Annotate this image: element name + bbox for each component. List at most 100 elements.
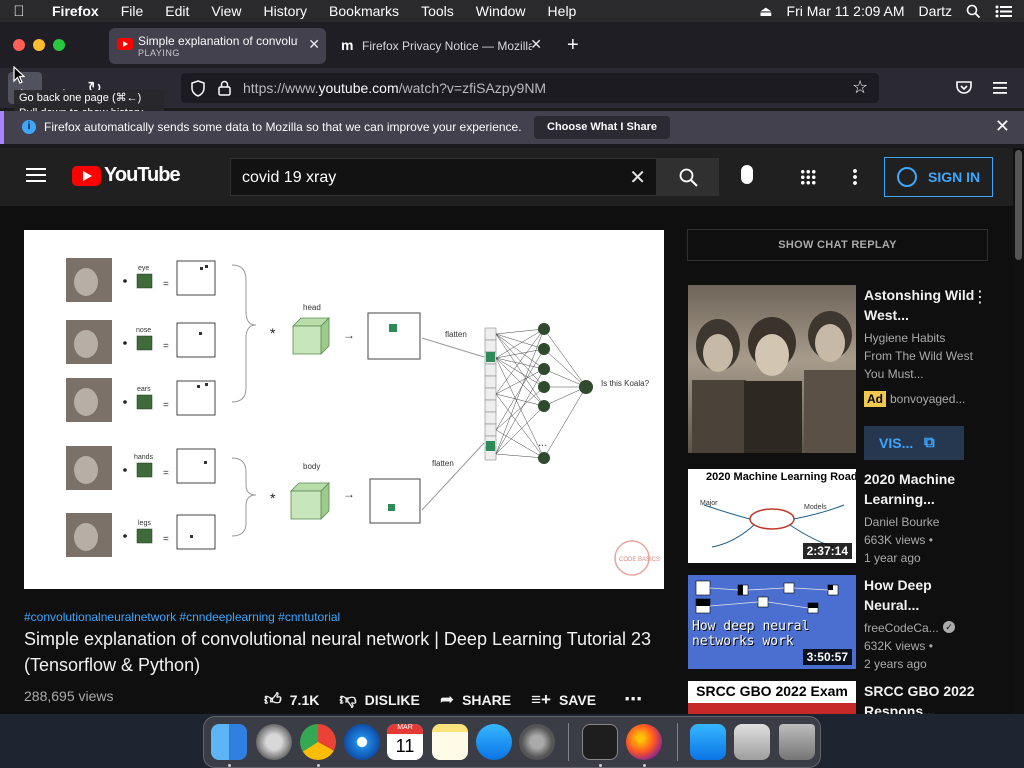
app-store-icon[interactable]	[476, 724, 512, 760]
document-stack-icon[interactable]	[734, 724, 770, 760]
youtube-logo-icon[interactable]	[72, 166, 101, 186]
tab-playing-status[interactable]: PLAYING	[138, 48, 180, 58]
video-title[interactable]: How Deep Neural...	[864, 575, 976, 615]
settings-kebab-icon[interactable]	[853, 168, 857, 186]
menu-edit[interactable]: Edit	[154, 3, 200, 19]
video-thumbnail[interactable]: SRCC GBO 2022 Exam	[688, 681, 856, 714]
video-thumbnail[interactable]: How deep neural networks work 3:50:57	[688, 575, 856, 669]
tab-firefox-privacy[interactable]: m Firefox Privacy Notice — Mozilla ✕	[335, 28, 548, 64]
view-count: 663K views •	[864, 533, 933, 547]
voice-search-mic-icon[interactable]	[741, 165, 753, 184]
menu-history[interactable]: History	[252, 3, 318, 19]
control-center-icon[interactable]	[995, 5, 1012, 18]
menu-help[interactable]: Help	[537, 3, 588, 19]
new-tab-plus-icon[interactable]: +	[567, 34, 579, 57]
share-button[interactable]: ➦ SHARE	[440, 690, 511, 710]
app-store-download-icon[interactable]	[690, 724, 726, 760]
spotlight-search-icon[interactable]	[966, 4, 981, 19]
menu-window[interactable]: Window	[465, 3, 537, 19]
url-text[interactable]: https://www.youtube.com/watch?v=zfiSAzpy…	[243, 80, 546, 96]
video-title[interactable]: 2020 Machine Learning...	[864, 469, 976, 509]
video-title: Simple explanation of convolutional neur…	[24, 629, 652, 675]
notification-message: Firefox automatically sends some data to…	[44, 120, 522, 134]
channel-name[interactable]: Daniel Bourke	[864, 515, 976, 529]
video-title[interactable]: SRCC GBO 2022 Respons...	[864, 681, 976, 714]
notification-close-icon[interactable]: ✕	[995, 116, 1010, 137]
trash-icon[interactable]	[779, 724, 815, 760]
more-actions-icon[interactable]: ⋯	[624, 689, 642, 710]
menu-tools[interactable]: Tools	[410, 3, 465, 19]
system-preferences-icon[interactable]	[519, 724, 555, 760]
bookmark-star-icon[interactable]: ☆	[852, 77, 868, 98]
running-indicator	[599, 764, 602, 767]
recommended-video-card[interactable]: How deep neural networks work 3:50:57 Ho…	[688, 575, 988, 671]
svg-text:→: →	[343, 487, 355, 501]
video-thumbnail[interactable]: 2020 Machine Learning Roadmap Major Mode…	[688, 469, 856, 563]
flatten-label-2: flatten	[432, 459, 454, 468]
menu-user[interactable]: Dartz	[919, 3, 952, 19]
chrome-icon[interactable]	[300, 724, 336, 760]
guide-menu-icon[interactable]	[26, 168, 46, 182]
tab-youtube-video[interactable]: Simple explanation of convolutio PLAYING…	[109, 28, 326, 64]
search-button[interactable]	[657, 158, 719, 196]
scrollbar-thumb[interactable]	[1015, 150, 1022, 260]
video-player[interactable]: eye nose ears hands legs = = = = = * * head …	[24, 230, 664, 589]
menu-view[interactable]: View	[200, 3, 252, 19]
calendar-icon[interactable]: MAR 11	[387, 724, 423, 760]
safari-icon[interactable]	[344, 724, 380, 760]
mozilla-favicon-icon: m	[341, 37, 354, 53]
youtube-wordmark[interactable]: YouTube	[104, 164, 181, 187]
window-minimize-icon[interactable]	[33, 39, 45, 51]
running-indicator	[643, 764, 646, 767]
menu-clock[interactable]: Fri Mar 11 2:09 AM	[787, 3, 905, 19]
notes-icon[interactable]	[432, 724, 468, 760]
choose-what-i-share-button[interactable]: Choose What I Share	[534, 116, 671, 139]
pocket-icon[interactable]	[956, 80, 972, 95]
tab-close-icon[interactable]: ✕	[530, 36, 542, 53]
tracking-shield-icon[interactable]	[190, 80, 206, 97]
ad-title[interactable]: Astonshing Wild West...	[864, 285, 976, 325]
window-zoom-icon[interactable]	[53, 39, 65, 51]
eject-icon[interactable]: ⏏	[759, 3, 772, 20]
dock-divider	[677, 723, 678, 761]
menu-bookmarks[interactable]: Bookmarks	[318, 3, 410, 19]
menu-app-firefox[interactable]: Firefox	[38, 3, 110, 19]
dislike-button[interactable]: 👎︎ DISLIKE	[339, 689, 420, 710]
like-button[interactable]: 👍︎ 7.1K	[264, 689, 319, 710]
ad-menu-kebab-icon[interactable]: ⋮	[972, 287, 988, 307]
cnn-diagram-frame: eye nose ears hands legs ===== * * head …	[66, 258, 660, 576]
running-indicator	[317, 764, 320, 767]
clear-search-icon[interactable]: ✕	[629, 165, 646, 190]
show-chat-replay-button[interactable]: SHOW CHAT REPLAY	[687, 229, 988, 261]
menu-file[interactable]: File	[110, 3, 155, 19]
recommended-video-card[interactable]: SRCC GBO 2022 Exam SRCC GBO 2022 Respons…	[688, 681, 988, 714]
window-close-icon[interactable]	[13, 39, 25, 51]
channel-name[interactable]: freeCodeCa...	[864, 621, 976, 635]
sign-in-button[interactable]: SIGN IN	[884, 157, 993, 197]
video-hashtags[interactable]: #convolutionalneuralnetwork #cnndeeplear…	[24, 610, 340, 624]
codebasics-watermark: CODE BASICS	[619, 557, 660, 563]
recommended-video-card[interactable]: 2020 Machine Learning Roadmap Major Mode…	[688, 469, 988, 565]
lock-icon[interactable]	[218, 80, 231, 96]
filter-label-legs: legs	[138, 520, 151, 527]
search-query[interactable]: covid 19 xray	[242, 169, 336, 187]
apple-menu-icon[interactable]: 	[0, 3, 38, 20]
filter-label-nose: nose	[136, 327, 151, 334]
video-actions: 👍︎ 7.1K 👎︎ DISLIKE ➦ SHARE ≡+ SAVE ⋯	[264, 689, 662, 710]
url-bar[interactable]: https://www.youtube.com/watch?v=zfiSAzpy…	[181, 73, 879, 103]
terminal-icon[interactable]	[582, 724, 618, 760]
tab-close-icon[interactable]: ✕	[308, 36, 320, 53]
finder-icon[interactable]	[211, 724, 247, 760]
save-button[interactable]: ≡+ SAVE	[531, 690, 596, 710]
ad-visit-button[interactable]: VIS... ⧉	[864, 426, 964, 460]
apps-grid-icon[interactable]	[800, 169, 816, 185]
app-menu-hamburger-icon[interactable]	[993, 82, 1007, 94]
page-scrollbar[interactable]	[1013, 148, 1024, 714]
ad-thumbnail[interactable]	[688, 285, 856, 453]
launchpad-icon[interactable]	[256, 724, 292, 760]
firefox-icon[interactable]	[626, 724, 662, 760]
search-input[interactable]: covid 19 xray ✕	[230, 158, 657, 196]
ad-card[interactable]: Astonshing Wild West... ⋮ Hygiene Habits…	[688, 285, 988, 465]
head-label: head	[303, 303, 321, 312]
thumbs-up-icon: 👍︎	[264, 690, 282, 709]
